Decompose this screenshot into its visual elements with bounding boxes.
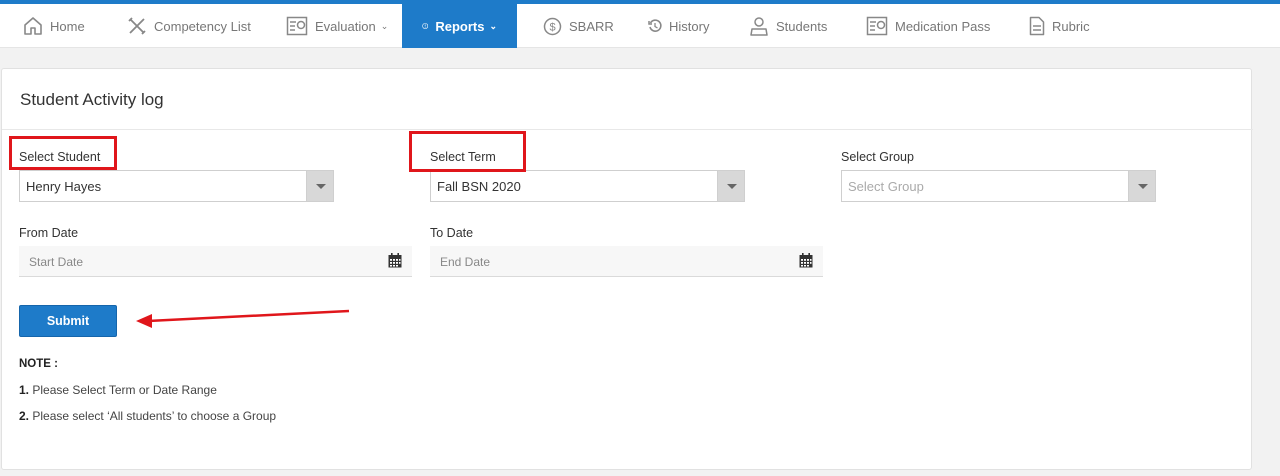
nav-competency-list-label: Competency List (154, 18, 251, 34)
select-group-placeholder: Select Group (848, 179, 924, 194)
to-date-input[interactable]: End Date (430, 246, 823, 277)
note-number: 1. (19, 383, 30, 397)
nav-students-label: Students (776, 18, 828, 34)
select-student-dropdown[interactable]: Henry Hayes (19, 170, 334, 202)
nav-history-label: History (669, 18, 710, 34)
nav-evaluation[interactable]: Evaluation ⌄ (286, 4, 388, 48)
note-number: 2. (19, 409, 30, 423)
dollar-circle-icon: $ (543, 17, 562, 35)
info-circle-icon (422, 23, 429, 29)
nav-competency-list[interactable]: Competency List (127, 4, 251, 48)
annotation-box-term (409, 131, 526, 172)
calendar-icon[interactable] (388, 253, 402, 268)
nav-students[interactable]: Students (749, 4, 827, 48)
note-title: NOTE : (19, 358, 58, 370)
nav-medication-pass[interactable]: Medication Pass (866, 4, 990, 48)
from-date-label: From Date (19, 226, 79, 240)
nav-reports-label: Reports (435, 18, 485, 34)
main-navigation: Home Competency List Evaluation ⌄ Report… (0, 4, 1280, 48)
select-term-dropdown[interactable]: Fall BSN 2020 (430, 170, 745, 202)
history-icon (648, 19, 662, 32)
note-item: 2. Please select ‘All students’ to choos… (19, 409, 276, 423)
tools-icon (128, 17, 146, 35)
select-student-value: Henry Hayes (26, 179, 102, 194)
annotation-box-student (9, 136, 117, 170)
calendar-icon[interactable] (799, 253, 813, 268)
dropdown-arrow-icon[interactable] (1128, 171, 1155, 201)
home-icon (24, 17, 42, 35)
select-group-dropdown[interactable]: Select Group (841, 170, 1156, 202)
activity-log-card: Student Activity log Select Student Henr… (1, 68, 1253, 470)
svg-text:$: $ (549, 21, 555, 33)
nav-evaluation-label: Evaluation (315, 18, 376, 34)
nav-rubric[interactable]: Rubric (1029, 4, 1090, 48)
nav-rubric-label: Rubric (1052, 18, 1090, 34)
chevron-down-icon: ⌄ (380, 20, 389, 31)
note-text: Please Select Term or Date Range (32, 383, 217, 397)
nav-sbarr[interactable]: $ SBARR (543, 4, 614, 48)
from-date-placeholder: Start Date (29, 255, 84, 269)
title-divider (2, 129, 1253, 130)
nav-sbarr-label: SBARR (569, 18, 614, 34)
dropdown-arrow-icon[interactable] (306, 171, 333, 201)
nav-medication-pass-label: Medication Pass (895, 18, 991, 34)
submit-button[interactable]: Submit (19, 305, 117, 337)
select-term-value: Fall BSN 2020 (437, 179, 521, 194)
nav-history[interactable]: History (648, 4, 709, 48)
student-icon (750, 17, 768, 36)
select-group-label: Select Group (841, 150, 914, 164)
note-item: 1. Please Select Term or Date Range (19, 383, 217, 397)
medication-icon (866, 16, 888, 36)
chevron-down-icon: ⌄ (489, 20, 497, 31)
nav-home[interactable]: Home (23, 4, 85, 48)
dropdown-arrow-icon[interactable] (717, 171, 744, 201)
evaluation-icon (286, 16, 308, 36)
nav-home-label: Home (50, 18, 85, 34)
note-text: Please select ‘All students’ to choose a… (32, 409, 277, 423)
from-date-input[interactable]: Start Date (19, 246, 412, 277)
document-icon (1029, 16, 1045, 36)
nav-reports[interactable]: Reports ⌄ (402, 4, 517, 48)
to-date-placeholder: End Date (440, 255, 491, 269)
to-date-label: To Date (430, 226, 474, 240)
page-title: Student Activity log (20, 90, 164, 109)
